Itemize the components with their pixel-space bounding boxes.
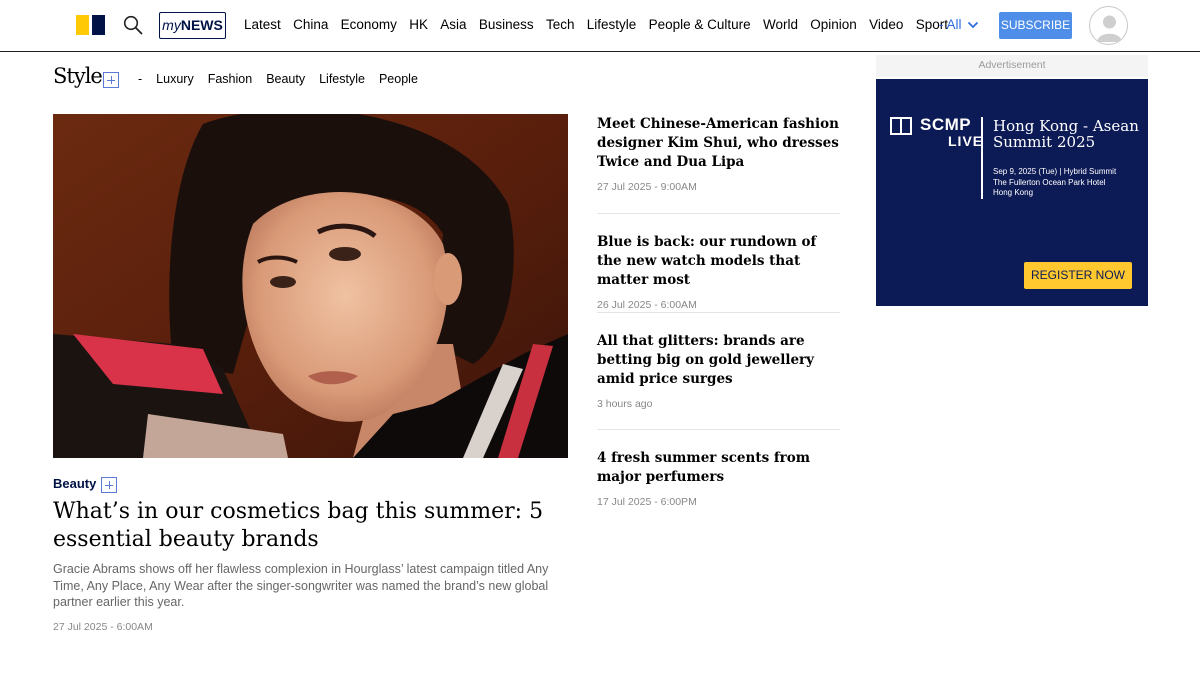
ad-brand-top: SCMP bbox=[920, 115, 972, 134]
story-headline[interactable]: All that glitters: brands are betting bi… bbox=[597, 332, 840, 389]
section-link-lifestyle[interactable]: Lifestyle bbox=[319, 72, 365, 86]
section-link-beauty[interactable]: Beauty bbox=[266, 72, 305, 86]
list-item[interactable]: Blue is back: our rundown of the new wat… bbox=[597, 233, 840, 311]
hero-date: 27 Jul 2025 - 6:00AM bbox=[53, 621, 153, 633]
ad-headline: Hong Kong - Asean Summit 2025 bbox=[993, 117, 1139, 151]
nav-link-hk[interactable]: HK bbox=[409, 17, 428, 35]
nav-link-opinion[interactable]: Opinion bbox=[810, 17, 857, 35]
main-nav-links: Latest China Economy HK Asia Business Te… bbox=[244, 17, 960, 35]
hero-summary: Gracie Abrams shows off her flawless com… bbox=[53, 562, 549, 609]
nav-link-video[interactable]: Video bbox=[869, 17, 903, 35]
nav-link-asia[interactable]: Asia bbox=[440, 17, 466, 35]
nav-link-lifestyle[interactable]: Lifestyle bbox=[587, 17, 637, 35]
search-icon[interactable] bbox=[123, 15, 143, 35]
list-item[interactable]: 4 fresh summer scents from major perfume… bbox=[597, 449, 840, 508]
advertisement-label: Advertisement bbox=[876, 55, 1148, 77]
ad-details-line: Hong Kong bbox=[993, 188, 1034, 197]
scmp-logo-icon[interactable] bbox=[76, 15, 105, 35]
nav-link-tech[interactable]: Tech bbox=[546, 17, 575, 35]
all-sections-menu[interactable]: - All bbox=[939, 17, 979, 32]
story-headline[interactable]: Meet Chinese-American fashion designer K… bbox=[597, 115, 840, 172]
mynews-suffix: NEWS bbox=[180, 17, 223, 33]
hero-article-image[interactable] bbox=[53, 114, 568, 458]
hero-headline[interactable]: What’s in our cosmetics bag this summer:… bbox=[53, 498, 573, 554]
nav-link-people-culture[interactable]: People & Culture bbox=[649, 17, 751, 35]
nav-link-china[interactable]: China bbox=[293, 17, 328, 35]
ad-details: Sep 9, 2025 (Tue) | Hybrid Summit The Fu… bbox=[993, 167, 1143, 199]
section-nav-separator: - bbox=[138, 72, 143, 86]
story-date: 27 Jul 2025 - 9:00AM bbox=[597, 181, 697, 193]
list-item[interactable]: All that glitters: brands are betting bi… bbox=[597, 332, 840, 410]
style-section-logo[interactable]: Style bbox=[53, 64, 103, 88]
all-sections-label: - All bbox=[939, 17, 962, 32]
top-navigation-bar: myNEWS Latest China Economy HK Asia Busi… bbox=[0, 0, 1200, 52]
scmp-live-logo-icon bbox=[890, 117, 912, 135]
nav-link-latest[interactable]: Latest bbox=[244, 17, 281, 35]
divider bbox=[597, 213, 840, 214]
nav-link-world[interactable]: World bbox=[763, 17, 798, 35]
nav-link-business[interactable]: Business bbox=[479, 17, 534, 35]
logo-navy-block bbox=[92, 15, 105, 35]
hero-category-label[interactable]: Beauty bbox=[53, 476, 96, 491]
mynews-prefix: my bbox=[162, 17, 181, 33]
divider bbox=[597, 312, 840, 313]
section-link-fashion[interactable]: Fashion bbox=[208, 72, 252, 86]
user-avatar-icon[interactable] bbox=[1089, 6, 1128, 45]
ad-brand: SCMP LIVE bbox=[920, 115, 984, 149]
section-link-luxury[interactable]: Luxury bbox=[156, 72, 194, 86]
nav-link-economy[interactable]: Economy bbox=[341, 17, 397, 35]
logo-yellow-block bbox=[76, 15, 89, 35]
story-headline[interactable]: 4 fresh summer scents from major perfume… bbox=[597, 449, 840, 487]
mynews-button[interactable]: myNEWS bbox=[159, 12, 226, 39]
register-now-button[interactable]: REGISTER NOW bbox=[1024, 262, 1132, 289]
advertisement-banner[interactable]: SCMP LIVE Hong Kong - Asean Summit 2025 … bbox=[876, 79, 1148, 306]
story-date: 3 hours ago bbox=[597, 398, 653, 410]
story-date: 17 Jul 2025 - 6:00PM bbox=[597, 496, 697, 508]
story-headline[interactable]: Blue is back: our rundown of the new wat… bbox=[597, 233, 840, 290]
subscribe-button[interactable]: SUBSCRIBE bbox=[999, 12, 1072, 39]
story-date: 26 Jul 2025 - 6:00AM bbox=[597, 299, 697, 311]
section-nav: - Luxury Fashion Beauty Lifestyle People bbox=[138, 72, 432, 86]
ad-details-line: The Fullerton Ocean Park Hotel bbox=[993, 177, 1106, 187]
ad-details-line: Sep 9, 2025 (Tue) | Hybrid Summit bbox=[993, 167, 1117, 176]
chevron-down-icon bbox=[967, 19, 979, 31]
ad-brand-bottom: LIVE bbox=[948, 133, 984, 149]
list-item[interactable]: Meet Chinese-American fashion designer K… bbox=[597, 115, 840, 193]
section-link-people[interactable]: People bbox=[379, 72, 418, 86]
plus-box-icon[interactable] bbox=[101, 477, 117, 493]
ad-divider bbox=[981, 117, 983, 199]
divider bbox=[597, 429, 840, 430]
plus-box-icon[interactable] bbox=[103, 72, 119, 88]
